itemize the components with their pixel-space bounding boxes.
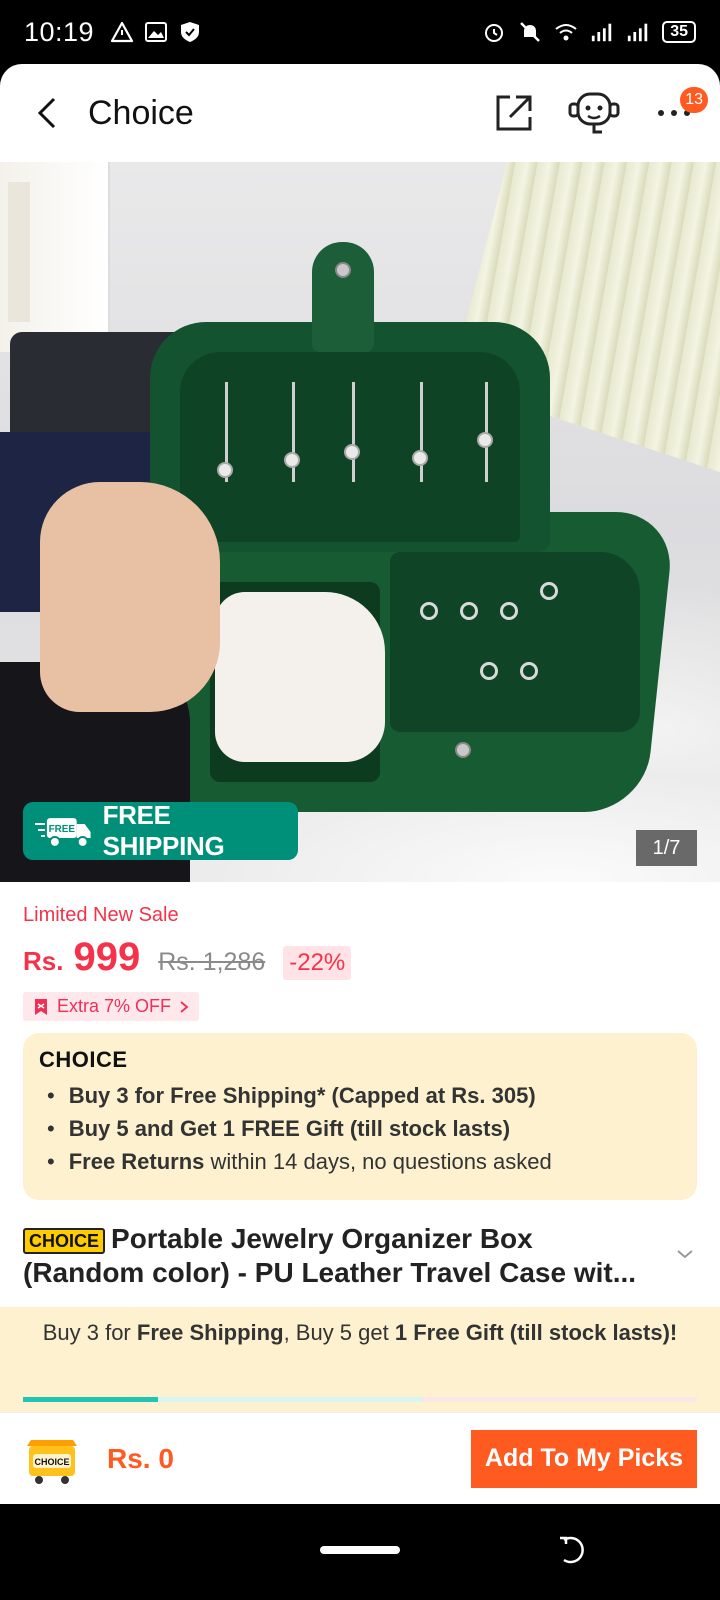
promo-banner: Buy 3 for Free Shipping, Buy 5 get 1 Fre…: [0, 1307, 720, 1412]
warning-icon: [110, 21, 134, 43]
choice-logo: CHOICE: [39, 1047, 128, 1072]
price-row: Rs. 999 Rs. 1,286 -22%: [23, 935, 697, 980]
free-shipping-label: FREE SHIPPING: [102, 800, 225, 861]
list-item: • Buy 5 and Get 1 FREE Gift (till stock l…: [47, 1116, 511, 1141]
alarm-icon: [482, 21, 506, 43]
progress-remaining: [422, 1397, 697, 1402]
top-actions: 13: [486, 85, 708, 141]
battery-icon: 35: [662, 21, 696, 43]
earring: [420, 602, 438, 620]
image-icon: [144, 21, 168, 43]
shield-icon: [178, 21, 202, 43]
svg-text:CHOICE: CHOICE: [34, 1457, 69, 1467]
status-time: 10:19: [24, 16, 95, 47]
status-right-icons: 35: [482, 21, 696, 43]
product-info: Limited New Sale Rs. 999 Rs. 1,286 -22% …: [0, 882, 720, 1290]
discount-badge: -22%: [283, 946, 352, 980]
add-to-my-picks-button[interactable]: Add To My Picks: [471, 1429, 697, 1488]
notification-badge: 13: [680, 87, 708, 113]
picks-total: Rs. 0: [107, 1442, 174, 1474]
product-title-row[interactable]: CHOICE Portable Jewelry Organizer Box (Ra…: [23, 1222, 697, 1290]
share-button[interactable]: [486, 85, 542, 141]
image-counter: 1/7: [636, 830, 697, 866]
top-bar: Choice 13: [0, 64, 720, 162]
customer-service-button[interactable]: [566, 85, 622, 141]
price-currency: Rs.: [23, 946, 64, 976]
promo-text: Buy 3 for Free Shipping, Buy 5 get 1 Fre…: [42, 1320, 678, 1345]
snap-button: [455, 742, 471, 758]
current-price: 999: [73, 935, 141, 979]
free-shipping-badge: FREE FREE SHIPPING: [23, 800, 298, 861]
coupon-button[interactable]: Extra 7% OFF: [23, 992, 200, 1021]
chevron-down-icon[interactable]: [673, 1242, 697, 1266]
promo-progress-bar: [23, 1397, 697, 1402]
choice-tag: CHOICE: [23, 1227, 106, 1254]
chatbot-icon: [568, 92, 620, 134]
coupon-label: Extra 7% OFF: [57, 996, 172, 1016]
more-button[interactable]: 13: [646, 85, 708, 141]
snap-button: [335, 262, 351, 278]
signal-icon: [626, 21, 650, 43]
coupon-icon: [35, 998, 47, 1015]
ring-jewel: [520, 662, 538, 680]
page-title: Choice: [88, 93, 194, 132]
choice-benefits-card[interactable]: CHOICE • Buy 3 for Free Shipping* (Capped…: [23, 1033, 697, 1200]
hand: [40, 482, 220, 712]
product-title: CHOICE Portable Jewelry Organizer Box (Ra…: [23, 1223, 637, 1288]
progress-filled: [23, 1397, 158, 1402]
chevron-right-icon: [180, 1000, 189, 1013]
choice-cart-icon[interactable]: CHOICE: [23, 1432, 81, 1486]
mute-icon: [518, 21, 542, 43]
earring: [500, 602, 518, 620]
list-item: • Buy 3 for Free Shipping* (Capped at Rs.…: [47, 1083, 536, 1108]
ring-jewel: [480, 662, 498, 680]
delivery-truck-icon: FREE: [35, 818, 91, 848]
signal-icon: [590, 21, 614, 43]
jewelry-tray-right: [390, 552, 640, 732]
necklace: [420, 382, 423, 482]
case-strap: [312, 242, 374, 352]
necklace: [352, 382, 355, 482]
system-nav-bar: [0, 1504, 720, 1600]
product-page: Choice 13 FREE FREE SHIPPING 1/7 Limited…: [0, 64, 720, 1504]
original-price: Rs. 1,286: [158, 948, 266, 976]
wifi-icon: [554, 21, 578, 43]
status-bar: 10:19 35: [0, 0, 720, 64]
bottom-action-bar: CHOICE Rs. 0 Add To My Picks: [0, 1412, 720, 1504]
chevron-left-icon: [37, 97, 56, 129]
home-gesture-pill[interactable]: [320, 1546, 400, 1554]
status-left-icons: [110, 21, 202, 43]
book-prop: [0, 162, 110, 352]
rotate-screen-icon[interactable]: [556, 1532, 592, 1568]
choice-benefits-list: • Buy 3 for Free Shipping* (Capped at Rs.…: [39, 1083, 679, 1175]
progress-next: [158, 1397, 422, 1402]
earring: [460, 602, 478, 620]
sale-label: Limited New Sale: [23, 904, 179, 926]
necklace-charm: [284, 452, 300, 468]
svg-text:FREE: FREE: [49, 824, 76, 835]
necklace-charm: [344, 444, 360, 460]
necklace-charm: [412, 450, 428, 466]
ring-jewel: [540, 582, 558, 600]
silk-scarf: [215, 592, 385, 762]
product-image-gallery[interactable]: FREE FREE SHIPPING 1/7: [0, 162, 720, 882]
necklace-charm: [477, 432, 493, 448]
back-button[interactable]: [24, 89, 72, 137]
necklace-charm: [217, 462, 233, 478]
share-icon: [496, 95, 532, 131]
list-item: • Free Returns within 14 days, no questio…: [47, 1149, 552, 1174]
